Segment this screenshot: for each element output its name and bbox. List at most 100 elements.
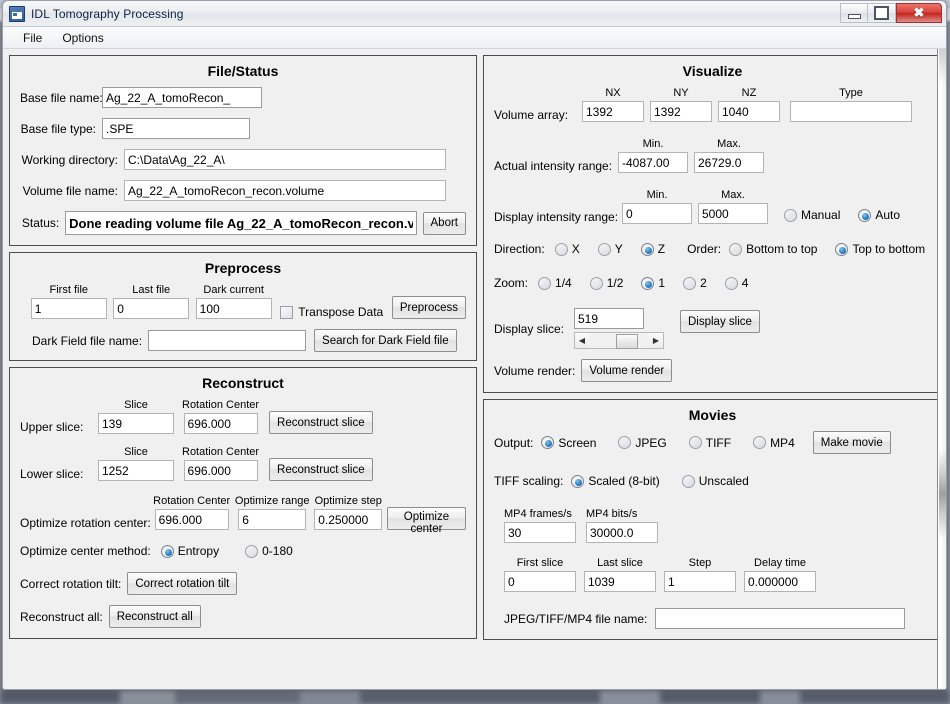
preprocess-button[interactable]: Preprocess (391, 296, 466, 319)
display-min-input[interactable] (622, 203, 692, 224)
abort-button[interactable]: Abort (422, 211, 466, 235)
radio-direction-z[interactable]: Z (640, 242, 667, 256)
radio-order-top-to-bottom[interactable]: Top to bottom (835, 242, 927, 256)
volume-render-button[interactable]: Volume render (581, 359, 673, 382)
display-min-group: Min. (622, 189, 692, 224)
desktop-background-bottom (0, 690, 950, 704)
radio-tiff-unscaled[interactable]: Unscaled (681, 474, 751, 488)
display-slice-button[interactable]: Display slice (680, 310, 760, 333)
scrollbar-thumb-vertical[interactable] (939, 449, 946, 539)
radio-tiff-scaled[interactable]: Scaled (8-bit) (571, 474, 661, 488)
radio-intensity-manual[interactable]: Manual (784, 208, 842, 222)
transpose-data-checkbox[interactable]: Transpose Data (280, 305, 383, 319)
radio-direction-x[interactable]: X (554, 242, 582, 256)
jpeg-tiff-mp4-file-name-input[interactable] (655, 608, 906, 629)
menu-item-file[interactable]: File (13, 29, 52, 47)
radio-intensity-auto[interactable]: Auto (858, 208, 902, 222)
scrollbar-thumb[interactable] (616, 334, 638, 349)
working-directory-input[interactable] (124, 149, 446, 170)
close-button[interactable]: ✖ (896, 3, 942, 23)
display-slice-group: ◀ ▶ (574, 308, 664, 349)
radio-method-0-180[interactable]: 0-180 (245, 544, 295, 558)
first-slice-group: First slice (504, 557, 576, 592)
display-slice-scrollbar[interactable]: ◀ ▶ (574, 332, 664, 349)
volume-file-name-input[interactable] (124, 180, 446, 201)
minimize-button[interactable] (840, 3, 868, 23)
radio-output-screen-label: Screen (558, 435, 597, 450)
status-label: Status: (21, 216, 60, 230)
make-movie-button[interactable]: Make movie (812, 431, 891, 454)
radio-output-screen[interactable]: Screen (541, 436, 598, 450)
dark-field-file-input[interactable] (148, 330, 307, 351)
panel-title-preprocess: Preprocess (204, 260, 282, 276)
title-bar: IDL Tomography Processing ✖ (3, 1, 946, 27)
radio-output-mp4-label: MP4 (770, 435, 795, 450)
maximize-button[interactable] (868, 3, 896, 23)
mp4-bits-input[interactable] (586, 522, 658, 543)
window-vertical-scrollbar[interactable] (937, 49, 946, 689)
optimize-center-button[interactable]: Optimize center (386, 507, 466, 535)
base-file-name-input[interactable] (102, 87, 262, 108)
optimize-center-method-label: Optimize center method: (20, 544, 151, 558)
nz-group: NZ (718, 87, 780, 122)
upper-slice-input[interactable] (98, 413, 174, 434)
panel-title-file-status: File/Status (207, 63, 279, 79)
radio-intensity-manual-label: Manual (801, 208, 841, 222)
scroll-right-arrow-icon[interactable]: ▶ (649, 333, 663, 348)
upper-rotation-center-input[interactable] (183, 413, 258, 434)
nx-input[interactable] (582, 101, 644, 122)
display-max-group: Max. (698, 189, 768, 224)
status-field[interactable] (65, 211, 417, 235)
optimize-rotation-center-input[interactable] (154, 509, 229, 530)
optimize-step-input[interactable] (314, 509, 383, 530)
radio-zoom-2[interactable]: 2 (683, 276, 709, 290)
menu-item-options[interactable]: Options (52, 29, 113, 47)
upper-reconstruct-slice-button[interactable]: Reconstruct slice (269, 411, 373, 434)
nz-input[interactable] (718, 101, 780, 122)
scrollbar-track-top (939, 49, 946, 85)
last-slice-input[interactable] (584, 571, 656, 592)
delay-time-input[interactable] (744, 571, 816, 592)
lower-rotation-center-group: Rotation Center (182, 446, 259, 481)
left-column: File/Status Base file name: Base file ty… (9, 55, 477, 683)
radio-zoom-quarter[interactable]: 1/4 (538, 276, 574, 290)
lower-reconstruct-slice-button[interactable]: Reconstruct slice (269, 458, 373, 481)
optimize-range-input[interactable] (238, 509, 307, 530)
radio-output-jpeg[interactable]: JPEG (618, 436, 668, 450)
base-file-type-input[interactable] (102, 118, 250, 139)
radio-output-tiff[interactable]: TIFF (688, 436, 733, 450)
display-max-input[interactable] (698, 203, 768, 224)
actual-max-input[interactable] (694, 152, 764, 173)
radio-method-entropy[interactable]: Entropy (160, 544, 221, 558)
actual-min-input[interactable] (618, 152, 688, 173)
radio-zoom-1[interactable]: 1 (641, 276, 667, 290)
display-slice-input[interactable] (574, 308, 644, 329)
first-slice-input[interactable] (504, 571, 576, 592)
first-file-input[interactable] (30, 298, 107, 319)
lower-slice-input[interactable] (98, 460, 174, 481)
correct-rotation-tilt-label: Correct rotation tilt: (20, 576, 122, 591)
radio-zoom-half[interactable]: 1/2 (589, 276, 626, 290)
base-file-type-label: Base file type: (20, 121, 96, 136)
dark-current-input[interactable] (195, 298, 272, 319)
radio-order-bottom-to-top[interactable]: Bottom to top (729, 242, 819, 256)
last-file-group: Last file (113, 284, 190, 319)
step-input[interactable] (664, 571, 736, 592)
upper-slice-header: Slice (124, 399, 148, 411)
lower-rotation-center-input[interactable] (183, 460, 258, 481)
mp4-bits-header: MP4 bits/s (586, 508, 638, 520)
optimize-range-group: Optimize range (235, 495, 309, 530)
reconstruct-all-button[interactable]: Reconstruct all (108, 605, 201, 628)
radio-output-mp4[interactable]: MP4 (753, 436, 797, 450)
search-dark-field-button[interactable]: Search for Dark Field file (314, 329, 457, 352)
radio-zoom-4[interactable]: 4 (724, 276, 751, 290)
type-input[interactable] (790, 101, 912, 122)
scroll-left-arrow-icon[interactable]: ◀ (575, 333, 589, 348)
ny-input[interactable] (650, 101, 712, 122)
last-file-input[interactable] (113, 298, 190, 319)
radio-order-bottom-to-top-label: Bottom to top (746, 242, 818, 256)
correct-rotation-tilt-button[interactable]: Correct rotation tilt (127, 572, 238, 595)
radio-icon (541, 436, 555, 449)
radio-direction-y[interactable]: Y (597, 242, 625, 256)
mp4-frames-input[interactable] (504, 522, 576, 543)
